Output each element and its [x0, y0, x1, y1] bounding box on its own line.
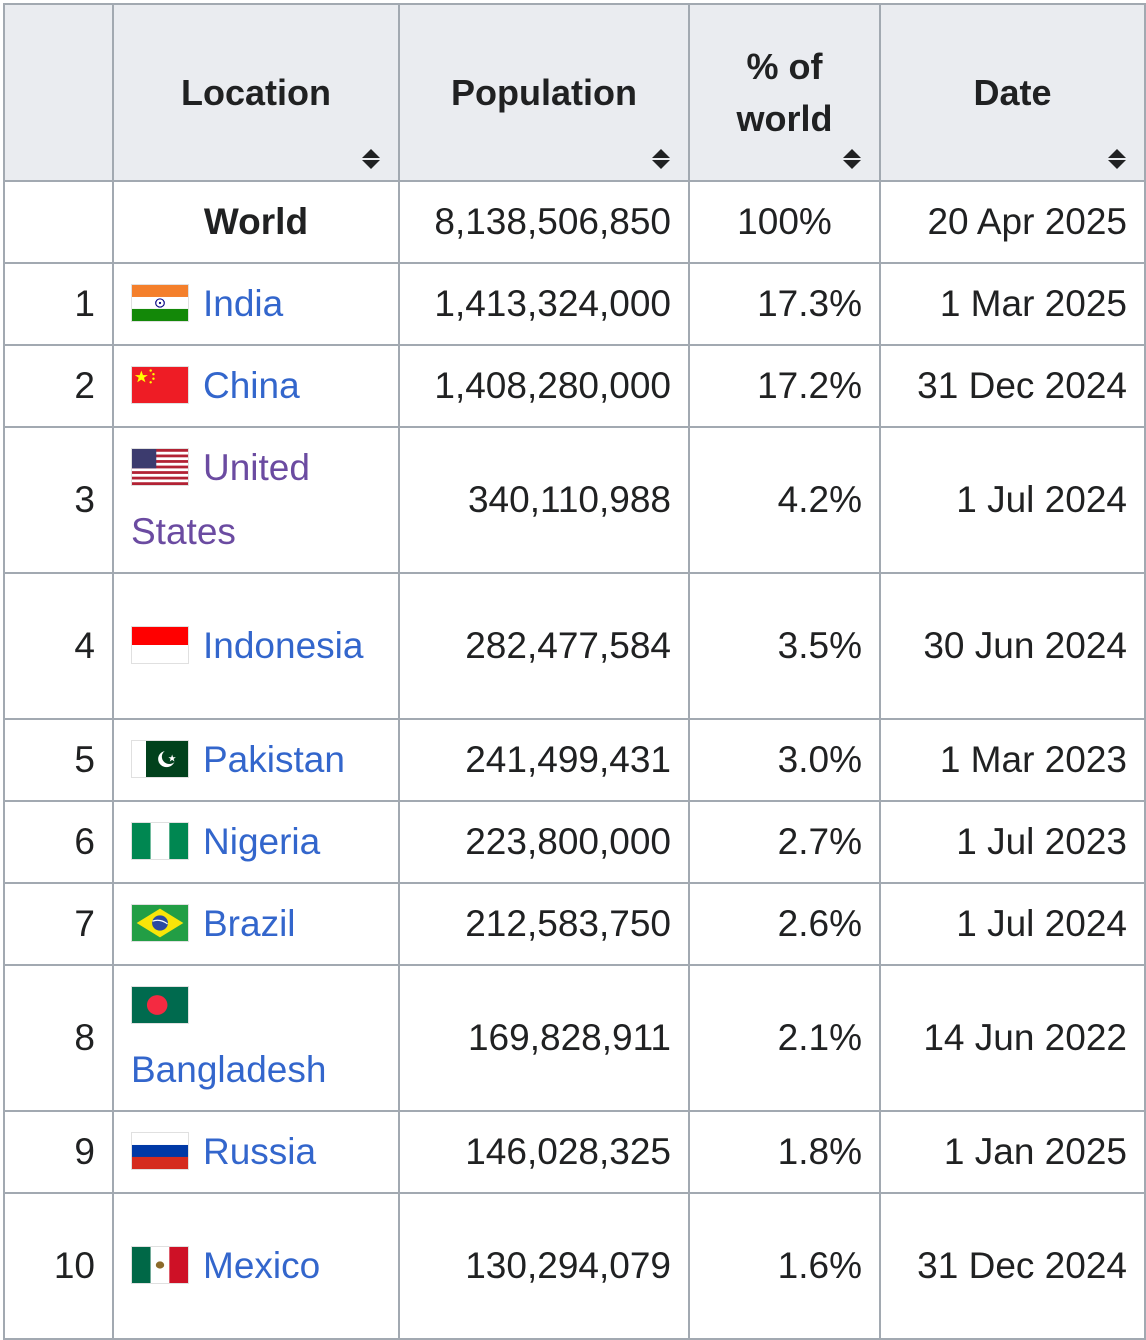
- nigeria-flag-icon: [131, 822, 189, 861]
- country-link-nigeria[interactable]: Nigeria: [203, 821, 320, 862]
- location-cell: Nigeria: [112, 800, 400, 884]
- header-row: Location Population % of world Date: [3, 3, 1146, 182]
- rank-cell: 1: [3, 262, 114, 346]
- country-link-russia[interactable]: Russia: [203, 1131, 316, 1172]
- rank-cell: 4: [3, 572, 114, 720]
- pakistan-flag-icon: [131, 740, 189, 779]
- table-row: 6 Nigeria 223,800,000 2.7% 1 Jul 2023: [3, 800, 1146, 884]
- percent-of-world-header[interactable]: % of world: [688, 3, 881, 182]
- sort-icon[interactable]: [842, 148, 862, 170]
- percent-cell: 17.2%: [688, 344, 881, 428]
- table-row: 10 Mexico 130,294,079 1.6% 31 Dec 2024: [3, 1192, 1146, 1340]
- table-row: 8 Bangladesh 169,828,911 2.1% 14 Jun 202…: [3, 964, 1146, 1112]
- date-cell: 31 Dec 2024: [879, 344, 1146, 428]
- russia-flag-icon: [131, 1132, 189, 1171]
- table-row: 9 Russia 146,028,325 1.8% 1 Jan 2025: [3, 1110, 1146, 1194]
- rank-cell: 10: [3, 1192, 114, 1340]
- date-header[interactable]: Date: [879, 3, 1146, 182]
- rank-cell: 5: [3, 718, 114, 802]
- date-cell: 14 Jun 2022: [879, 964, 1146, 1112]
- table-row: 1 India 1,413,324,000 17.3% 1 Mar 2025: [3, 262, 1146, 346]
- location-cell: Russia: [112, 1110, 400, 1194]
- location-header[interactable]: Location: [112, 3, 400, 182]
- population-table: Location Population % of world Date Worl…: [3, 3, 1146, 1340]
- location-cell: United States: [112, 426, 400, 574]
- brazil-flag-icon: [131, 904, 189, 943]
- rank-cell: 2: [3, 344, 114, 428]
- country-link-india[interactable]: India: [203, 283, 283, 324]
- rank-cell: 6: [3, 800, 114, 884]
- country-link-pakistan[interactable]: Pakistan: [203, 739, 345, 780]
- population-header[interactable]: Population: [398, 3, 690, 182]
- date-cell: 1 Jul 2023: [879, 800, 1146, 884]
- date-cell: 20 Apr 2025: [879, 180, 1146, 264]
- india-flag-icon: [131, 284, 189, 323]
- location-cell: Mexico: [112, 1192, 400, 1340]
- mexico-flag-icon: [131, 1246, 189, 1285]
- country-link-bangladesh[interactable]: Bangladesh: [131, 1049, 326, 1090]
- date-cell: 30 Jun 2024: [879, 572, 1146, 720]
- date-cell: 1 Jul 2024: [879, 426, 1146, 574]
- rank-cell: 9: [3, 1110, 114, 1194]
- table-row: 7 Brazil 212,583,750 2.6% 1 Jul 2024: [3, 882, 1146, 966]
- location-cell: Indonesia: [112, 572, 400, 720]
- percent-cell: 2.6%: [688, 882, 881, 966]
- population-cell: 241,499,431: [398, 718, 690, 802]
- percent-cell: 4.2%: [688, 426, 881, 574]
- location-cell: India: [112, 262, 400, 346]
- percent-cell: 17.3%: [688, 262, 881, 346]
- population-cell: 340,110,988: [398, 426, 690, 574]
- percent-cell: 100%: [688, 180, 881, 264]
- rank-cell: 7: [3, 882, 114, 966]
- percent-cell: 3.0%: [688, 718, 881, 802]
- rank-header: [3, 3, 114, 182]
- population-cell: 282,477,584: [398, 572, 690, 720]
- united-states-flag-icon: [131, 448, 189, 487]
- population-cell: 8,138,506,850: [398, 180, 690, 264]
- population-cell: 1,413,324,000: [398, 262, 690, 346]
- country-link-mexico[interactable]: Mexico: [203, 1245, 320, 1286]
- rank-cell: 3: [3, 426, 114, 574]
- sort-icon[interactable]: [361, 148, 381, 170]
- location-cell: China: [112, 344, 400, 428]
- percent-cell: 1.6%: [688, 1192, 881, 1340]
- table-row: 2 China 1,408,280,000 17.2% 31 Dec 2024: [3, 344, 1146, 428]
- china-flag-icon: [131, 366, 189, 405]
- table-row: 5 Pakistan 241,499,431 3.0% 1 Mar 2023: [3, 718, 1146, 802]
- population-cell: 146,028,325: [398, 1110, 690, 1194]
- location-cell: Brazil: [112, 882, 400, 966]
- percent-cell: 2.1%: [688, 964, 881, 1112]
- location-cell: World: [112, 180, 400, 264]
- location-cell: Pakistan: [112, 718, 400, 802]
- population-cell: 212,583,750: [398, 882, 690, 966]
- date-cell: 1 Mar 2025: [879, 262, 1146, 346]
- population-cell: 169,828,911: [398, 964, 690, 1112]
- rank-cell: [3, 180, 114, 264]
- world-row: World 8,138,506,850 100% 20 Apr 2025: [3, 180, 1146, 264]
- table-row: 4 Indonesia 282,477,584 3.5% 30 Jun 2024: [3, 572, 1146, 720]
- percent-cell: 3.5%: [688, 572, 881, 720]
- population-cell: 223,800,000: [398, 800, 690, 884]
- population-cell: 130,294,079: [398, 1192, 690, 1340]
- date-cell: 1 Mar 2023: [879, 718, 1146, 802]
- table-row: 3 United States 340,110,988 4.2% 1 Jul 2…: [3, 426, 1146, 574]
- rank-cell: 8: [3, 964, 114, 1112]
- date-cell: 1 Jan 2025: [879, 1110, 1146, 1194]
- indonesia-flag-icon: [131, 626, 189, 665]
- date-cell: 31 Dec 2024: [879, 1192, 1146, 1340]
- sort-icon[interactable]: [651, 148, 671, 170]
- sort-icon[interactable]: [1107, 148, 1127, 170]
- country-link-brazil[interactable]: Brazil: [203, 903, 296, 944]
- percent-cell: 2.7%: [688, 800, 881, 884]
- date-cell: 1 Jul 2024: [879, 882, 1146, 966]
- population-cell: 1,408,280,000: [398, 344, 690, 428]
- location-cell: Bangladesh: [112, 964, 400, 1112]
- percent-cell: 1.8%: [688, 1110, 881, 1194]
- bangladesh-flag-icon: [131, 986, 189, 1025]
- country-link-china[interactable]: China: [203, 365, 300, 406]
- country-link-indonesia[interactable]: Indonesia: [203, 625, 363, 666]
